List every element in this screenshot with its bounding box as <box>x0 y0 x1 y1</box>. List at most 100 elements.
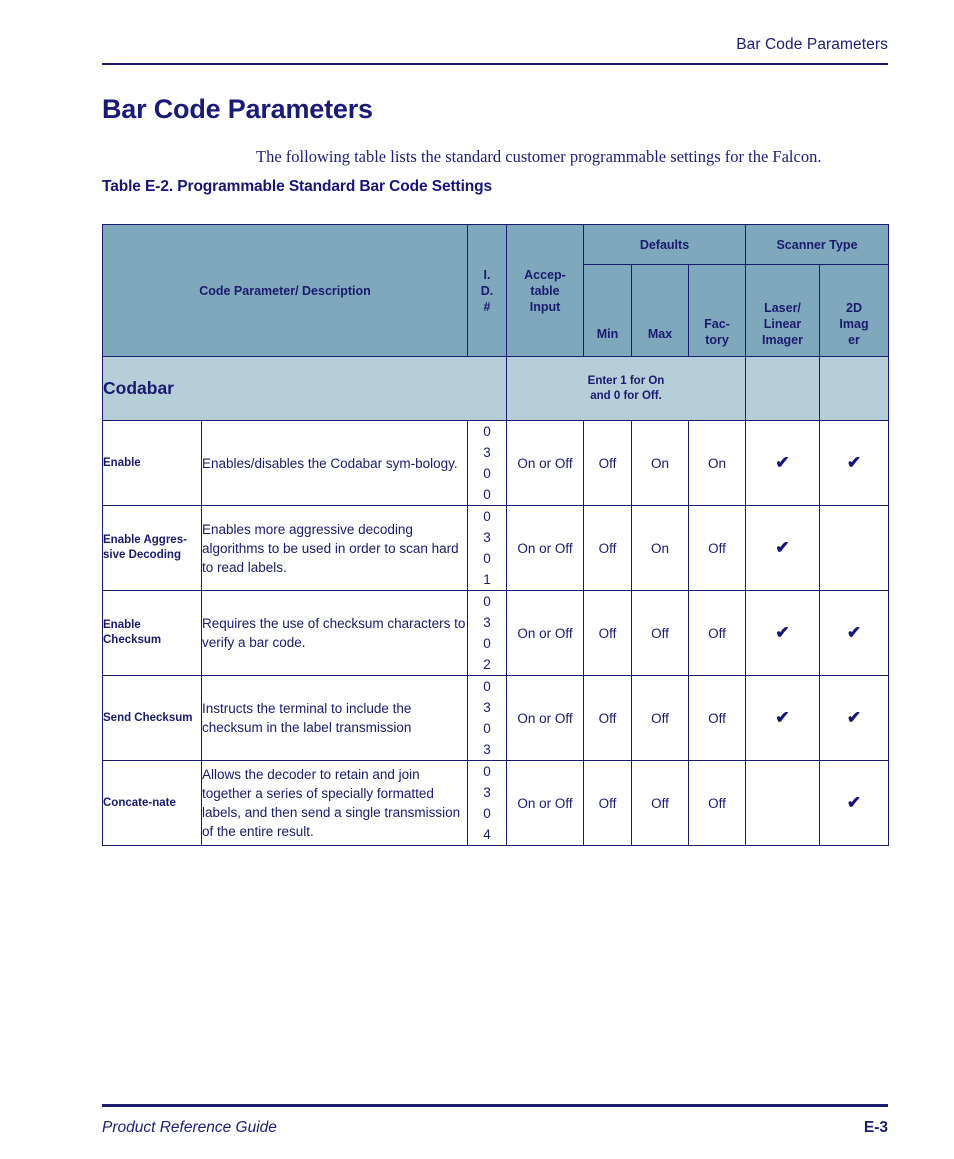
header-2d-line1: 2D <box>846 301 862 315</box>
header-2d-imager: 2D Imag er <box>819 264 889 357</box>
parameter-acceptable-input: On or Off <box>506 760 584 846</box>
parameter-acceptable-input: On or Off <box>506 675 584 761</box>
id-digit: 3 <box>483 615 491 630</box>
parameter-acceptable-input: On or Off <box>506 420 584 506</box>
parameter-2d-imager: ✔ <box>819 675 889 761</box>
parameter-name: Enable <box>102 420 202 506</box>
checkmark-icon: ✔ <box>846 708 862 727</box>
id-digit: 3 <box>483 742 491 757</box>
parameter-default-min: Off <box>583 675 632 761</box>
footer-divider <box>102 1104 888 1107</box>
parameter-laser-linear-imager: ✔ <box>745 590 820 676</box>
checkmark-icon: ✔ <box>775 453 790 472</box>
table-caption: Table E-2. Programmable Standard Bar Cod… <box>102 178 493 195</box>
header-laser-line2: Linear <box>763 317 802 331</box>
parameter-id-number: 0 3 0 2 <box>467 590 507 676</box>
table-head-row-1: Code Parameter/ Description I. D. # Acce… <box>102 224 889 357</box>
parameter-default-min: Off <box>583 590 632 676</box>
parameters-table-wrapper: Code Parameter/ Description I. D. # Acce… <box>102 224 889 846</box>
parameter-2d-imager: ✔ <box>819 420 889 506</box>
parameter-laser-linear-imager: ✔ <box>745 675 820 761</box>
table-head: Code Parameter/ Description I. D. # Acce… <box>102 224 889 357</box>
id-digit: 0 <box>483 679 491 694</box>
header-acceptable-line1: Accep- <box>524 267 566 282</box>
parameter-default-max: Off <box>631 675 689 761</box>
parameter-2d-imager: ✔ <box>819 590 889 676</box>
parameter-default-factory: Off <box>688 505 746 591</box>
header-defaults-group: Defaults <box>583 224 746 265</box>
id-digit: 0 <box>483 424 491 439</box>
parameter-laser-linear-imager <box>745 760 820 846</box>
parameter-name: Enable Aggres-sive Decoding <box>102 505 202 591</box>
section-note-line2: and 0 for Off. <box>590 389 662 402</box>
header-acceptable-line2: table <box>530 283 560 298</box>
section-cell-2d <box>819 356 889 421</box>
header-min: Min <box>583 264 632 357</box>
header-id-line3: # <box>483 299 491 314</box>
header-factory: Fac- tory <box>688 264 746 357</box>
parameter-default-factory: Off <box>688 675 746 761</box>
header-laser-line3: Imager <box>762 333 803 347</box>
header-id-number: I. D. # <box>467 224 507 357</box>
header-divider <box>102 63 888 65</box>
parameter-acceptable-input: On or Off <box>506 505 584 591</box>
section-row-codabar: Codabar Enter 1 for On and 0 for Off. <box>102 356 889 421</box>
parameter-id-number: 0 3 0 4 <box>467 760 507 846</box>
id-digit: 4 <box>483 827 491 842</box>
id-digit: 0 <box>483 806 491 821</box>
parameter-description: Enables/disables the Codabar sym-bology. <box>201 420 468 506</box>
parameter-acceptable-input: On or Off <box>506 590 584 676</box>
header-2d-line3: er <box>848 333 860 347</box>
parameter-description: Enables more aggressive decoding algorit… <box>201 505 468 591</box>
header-2d-line2: Imag <box>839 317 869 331</box>
page-title: Bar Code Parameters <box>102 94 373 125</box>
parameter-description: Instructs the terminal to include the ch… <box>201 675 468 761</box>
document-page: Bar Code Parameters Bar Code Parameters … <box>0 0 954 1159</box>
intro-paragraph: The following table lists the standard c… <box>256 146 822 166</box>
section-title-codabar: Codabar <box>102 356 507 421</box>
parameter-name: Concate-nate <box>102 760 202 846</box>
parameter-default-max: Off <box>631 590 689 676</box>
parameter-default-min: Off <box>583 420 632 506</box>
checkmark-icon: ✔ <box>775 708 790 727</box>
section-note-line1: Enter 1 for On <box>587 374 665 387</box>
table-row: Send Checksum Instructs the terminal to i… <box>102 675 889 761</box>
section-note: Enter 1 for On and 0 for Off. <box>506 356 746 421</box>
id-digit: 0 <box>483 594 491 609</box>
header-acceptable-line3: Input <box>529 299 561 314</box>
header-acceptable-input: Accep- table Input <box>506 224 584 357</box>
parameter-description: Allows the decoder to retain and join to… <box>201 760 468 846</box>
checkmark-icon: ✔ <box>846 623 862 642</box>
parameters-table: Code Parameter/ Description I. D. # Acce… <box>102 224 889 846</box>
parameter-default-max: Off <box>631 760 689 846</box>
id-digit: 0 <box>483 764 491 779</box>
parameter-2d-imager: ✔ <box>819 760 889 846</box>
parameter-default-factory: Off <box>688 590 746 676</box>
header-id-line1: I. <box>483 267 491 282</box>
table-row: Concate-nate Allows the decoder to retain… <box>102 760 889 846</box>
section-cell-laser <box>745 356 820 421</box>
parameter-2d-imager <box>819 505 889 591</box>
header-laser-linear-imager: Laser/ Linear Imager <box>745 264 820 357</box>
parameter-name: Send Checksum <box>102 675 202 761</box>
parameter-default-factory: On <box>688 420 746 506</box>
header-id-line2: D. <box>480 283 494 298</box>
id-digit: 3 <box>483 700 491 715</box>
id-digit: 0 <box>483 466 491 481</box>
header-max: Max <box>631 264 689 357</box>
parameter-laser-linear-imager: ✔ <box>745 505 820 591</box>
id-digit: 1 <box>483 572 491 587</box>
parameter-laser-linear-imager: ✔ <box>745 420 820 506</box>
header-code-parameter-description: Code Parameter/ Description <box>102 224 468 357</box>
header-factory-line2: tory <box>705 333 729 347</box>
table-body: Codabar Enter 1 for On and 0 for Off. En… <box>102 356 889 846</box>
header-scanner-type-group: Scanner Type <box>745 224 889 265</box>
parameter-name: Enable Checksum <box>102 590 202 676</box>
id-digit: 2 <box>483 657 491 672</box>
id-digit: 0 <box>483 551 491 566</box>
checkmark-icon: ✔ <box>846 793 862 812</box>
parameter-default-min: Off <box>583 760 632 846</box>
checkmark-icon: ✔ <box>775 538 790 557</box>
id-digit: 3 <box>483 785 491 800</box>
parameter-id-number: 0 3 0 0 <box>467 420 507 506</box>
